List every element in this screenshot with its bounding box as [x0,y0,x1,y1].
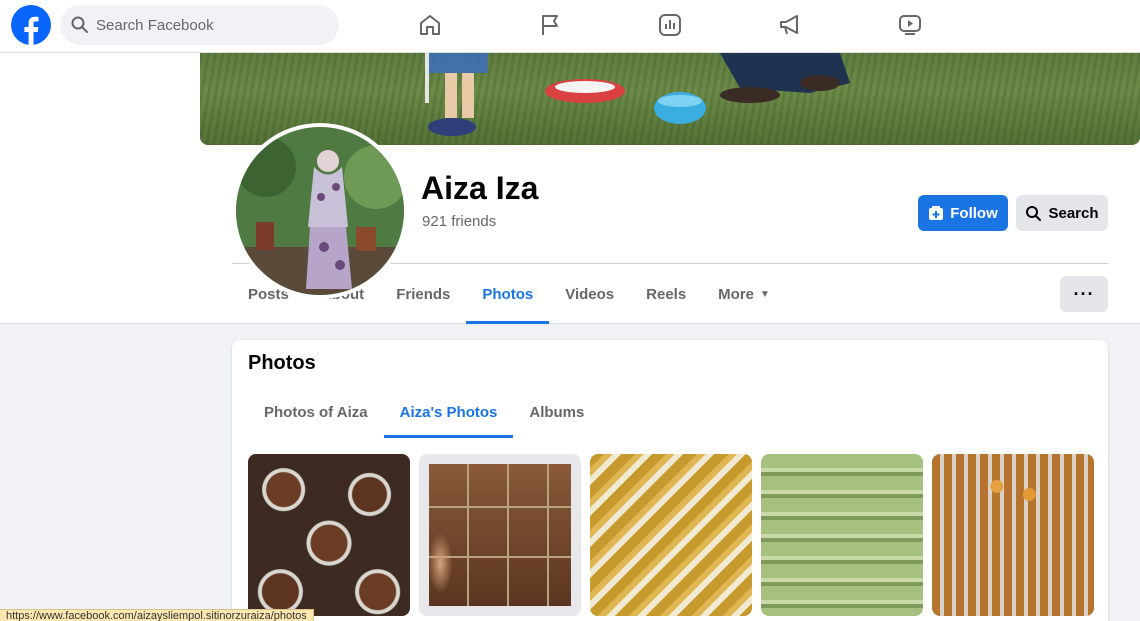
tab-photos[interactable]: Photos [466,264,550,324]
photo-thumbnail[interactable] [248,454,410,616]
subtab-albums[interactable]: Albums [513,386,600,438]
home-icon[interactable] [416,11,444,39]
tab-label: Friends [396,285,451,303]
search-icon [71,16,88,33]
facebook-logo-icon[interactable] [11,5,51,45]
tab-videos[interactable]: Videos [549,264,630,324]
more-options-button[interactable]: ··· [1060,276,1108,312]
chart-icon[interactable] [656,11,684,39]
photo-thumbnail[interactable] [932,454,1094,616]
search-icon [1026,205,1042,221]
follow-label: Follow [950,204,998,222]
link-status-bar: https://www.facebook.com/aizaysliempol.s… [0,609,314,621]
tab-friends[interactable]: Friends [380,264,466,324]
tab-more[interactable]: More ▼ [702,264,786,324]
friends-count[interactable]: 921 friends [422,213,496,230]
photo-thumbnail[interactable] [590,454,752,616]
follow-icon [929,206,944,220]
tab-label: Reels [646,285,687,303]
search-input[interactable] [96,16,316,34]
photo-thumbnail[interactable] [419,454,581,616]
subtab-photos-of[interactable]: Photos of Aiza [248,386,384,438]
search-bar[interactable] [60,5,339,45]
flag-icon[interactable] [536,11,564,39]
subtab-label: Albums [529,403,585,421]
profile-picture-image [236,127,404,295]
subtab-own-photos[interactable]: Aiza's Photos [383,386,514,438]
photos-card: Photos Photos of Aiza Aiza's Photos Albu… [232,340,1108,621]
video-icon[interactable] [896,11,924,39]
photo-thumbnail[interactable] [761,454,923,616]
tab-label: Videos [565,285,615,303]
profile-header: Aiza Iza 921 friends Follow Search Posts… [0,53,1140,324]
profile-picture[interactable] [232,123,408,299]
search-label: Search [1048,204,1099,222]
tab-reels[interactable]: Reels [630,264,702,324]
top-navigation-bar [0,0,1140,53]
follow-button[interactable]: Follow [918,195,1008,231]
subtab-label: Aiza's Photos [399,403,498,421]
photos-title: Photos [248,352,316,374]
subtab-label: Photos of Aiza [264,403,368,421]
tab-label: Photos [482,285,534,303]
tab-label: More [718,285,755,303]
photo-grid [248,454,1094,616]
profile-name: Aiza Iza [421,170,539,206]
profile-search-button[interactable]: Search [1016,195,1108,231]
megaphone-icon[interactable] [776,11,804,39]
photos-subtabs: Photos of Aiza Aiza's Photos Albums [248,386,600,438]
caret-down-icon: ▼ [760,288,770,300]
